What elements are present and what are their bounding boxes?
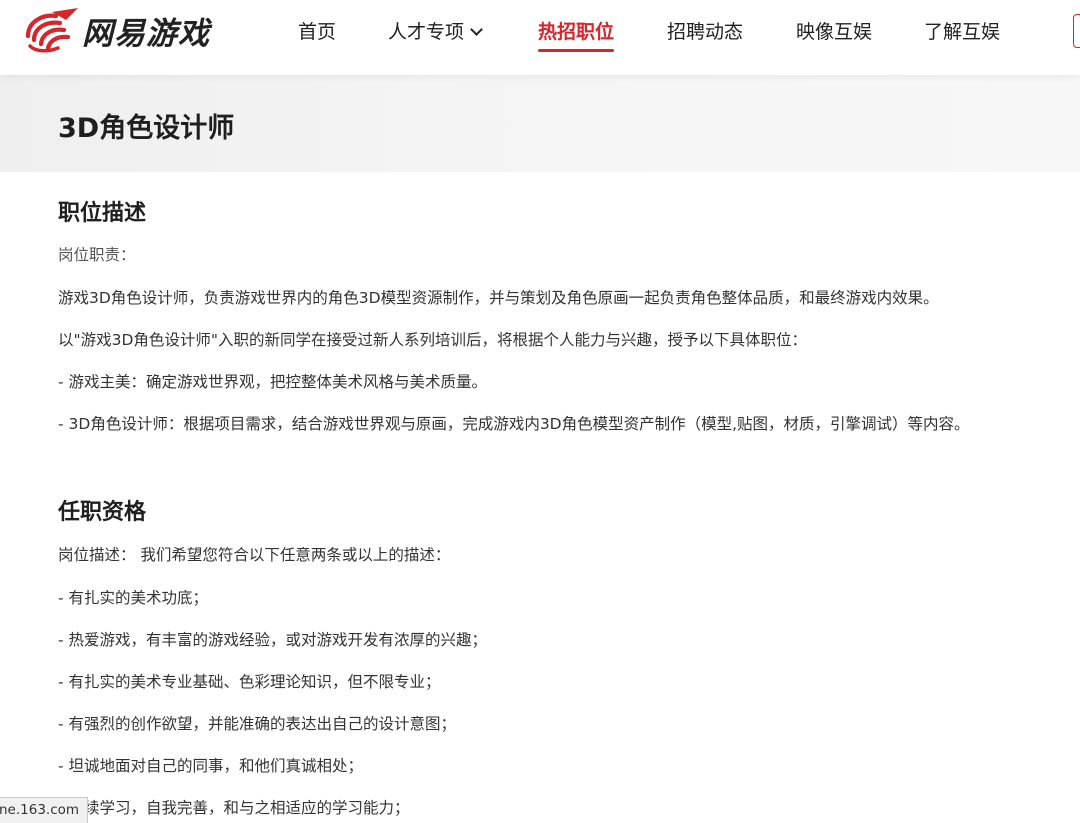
- chevron-down-icon: [470, 23, 483, 36]
- nav-video[interactable]: 映像互娱: [796, 17, 872, 44]
- qualification-line: - 有扎实的美术专业基础、色彩理论知识，但不限专业；: [58, 673, 441, 691]
- browser-status-url: ne.163.com: [0, 797, 89, 823]
- qualification-line: - 热爱游戏，有丰富的游戏经验，或对游戏开发有浓厚的兴趣；: [58, 631, 488, 649]
- description-line: - 3D角色设计师：根据项目需求，结合游戏世界观与原画，完成游戏内3D角色模型资…: [58, 415, 970, 433]
- nav-about[interactable]: 了解互娱: [924, 17, 1000, 44]
- description-line: 以"游戏3D角色设计师"入职的新同学在接受过新人系列培训后，将根据个人能力与兴趣…: [58, 331, 808, 349]
- site-header: 网易游戏 首页 人才专项 热招职位 招聘动态 映像互娱 了解互娱: [0, 0, 1080, 75]
- header-edge-button[interactable]: [1073, 14, 1080, 48]
- section-heading-qualifications: 任职资格: [58, 500, 147, 525]
- qualification-line: - 坦诚地面对自己的同事，和他们真诚相处；: [58, 757, 364, 775]
- qualification-line: 岗位描述： 我们希望您符合以下任意两条或以上的描述：: [58, 546, 451, 564]
- qualification-line: - 有强烈的创作欲望，并能准确的表达出自己的设计意图；: [58, 715, 457, 733]
- nav-hot-jobs[interactable]: 热招职位: [538, 17, 615, 52]
- job-title: 3D角色设计师: [58, 113, 235, 144]
- logo-text: 网易游戏: [82, 15, 210, 52]
- qualification-line: - 有扎实的美术功底；: [58, 589, 209, 607]
- description-line: 岗位职责：: [58, 246, 136, 264]
- nav-home[interactable]: 首页: [298, 17, 336, 44]
- nav-talent-programs[interactable]: 人才专项: [388, 17, 483, 44]
- netease-swirl-logo-icon: [25, 8, 78, 53]
- netease-games-logo[interactable]: 网易游戏: [22, 6, 210, 54]
- nav-recruitment-news[interactable]: 招聘动态: [667, 17, 743, 44]
- nav-talent-programs-label: 人才专项: [388, 21, 465, 43]
- description-line: 游戏3D角色设计师，负责游戏世界内的角色3D模型资源制作，并与策划及角色原画一起…: [58, 289, 939, 307]
- section-heading-description: 职位描述: [58, 201, 147, 226]
- description-line: - 游戏主美：确定游戏世界观，把控整体美术风格与美术质量。: [58, 373, 488, 391]
- status-url-text: ne.163.com: [0, 802, 80, 818]
- qualification-line: - 持续学习，自我完善，和与之相适应的学习能力；: [58, 799, 410, 817]
